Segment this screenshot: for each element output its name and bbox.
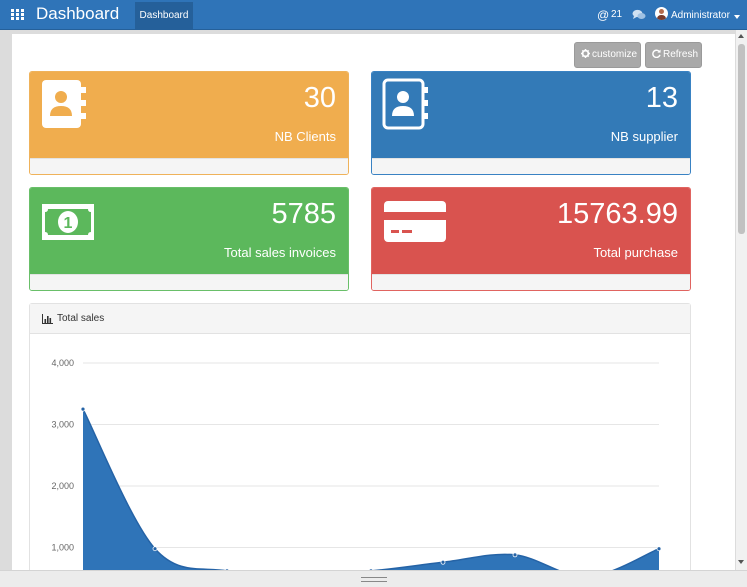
- sales-area: [83, 409, 659, 574]
- chat-bubbles-icon[interactable]: [632, 9, 646, 21]
- scroll-down-arrow-icon[interactable]: [738, 560, 744, 564]
- sales-line: [82, 408, 660, 574]
- y-tick-label: 3,000: [51, 420, 74, 430]
- apps-grid-icon[interactable]: [11, 9, 24, 20]
- clients-card-body: 30 NB Clients: [30, 72, 348, 158]
- suppliers-card-footer: [372, 158, 690, 174]
- purchase-card-footer: [372, 274, 690, 290]
- sales-invoices-label: Total sales invoices: [224, 245, 336, 260]
- at-sign-icon[interactable]: @: [597, 8, 609, 22]
- purchase-card-body: 15763.99 Total purchase: [372, 188, 690, 274]
- user-menu[interactable]: Administrator: [671, 10, 730, 21]
- purchase-total: 15763.99: [557, 198, 678, 230]
- mentions-count[interactable]: 21: [611, 9, 622, 20]
- app-title[interactable]: Dashboard: [36, 4, 119, 24]
- address-book-icon: [382, 78, 428, 130]
- total-sales-panel: Total sales 4,000 3,000 2,000 1,000: [29, 303, 691, 574]
- clients-card[interactable]: 30 NB Clients: [29, 71, 349, 175]
- sales-invoices-card-body: 1 5785 Total sales invoices: [30, 188, 348, 274]
- clients-count: 30: [303, 82, 336, 114]
- sales-invoices-count: 5785: [271, 198, 336, 230]
- user-avatar-icon[interactable]: [655, 7, 668, 20]
- svg-text:1: 1: [64, 215, 73, 232]
- suppliers-label: NB supplier: [610, 129, 678, 144]
- y-tick-label: 1,000: [51, 543, 74, 553]
- tab-dashboard[interactable]: Dashboard: [135, 2, 193, 29]
- purchase-label: Total purchase: [593, 245, 678, 260]
- customize-button[interactable]: customize: [574, 42, 641, 68]
- scroll-thumb[interactable]: [738, 44, 745, 234]
- credit-card-icon: [384, 201, 446, 242]
- sales-invoices-card[interactable]: 1 5785 Total sales invoices: [29, 187, 349, 291]
- total-sales-chart: 4,000 3,000 2,000 1,000: [51, 358, 662, 574]
- resize-grip-icon[interactable]: [361, 577, 387, 582]
- top-navbar: Dashboard Dashboard @ 21 Administrator: [0, 0, 747, 30]
- suppliers-count: 13: [645, 82, 678, 114]
- purchase-card[interactable]: 15763.99 Total purchase: [371, 187, 691, 291]
- scroll-up-arrow-icon[interactable]: [738, 34, 744, 38]
- data-point: [80, 406, 86, 412]
- sales-invoices-card-footer: [30, 274, 348, 290]
- bottom-resize-bar: [0, 570, 747, 587]
- data-point: [152, 546, 158, 552]
- y-tick-label: 4,000: [51, 358, 74, 368]
- clients-label: NB Clients: [274, 129, 336, 144]
- suppliers-card-body: 13 NB supplier: [372, 72, 690, 158]
- refresh-button[interactable]: Refresh: [645, 42, 702, 68]
- customize-label: customize: [592, 49, 638, 60]
- caret-down-icon[interactable]: [734, 15, 740, 19]
- y-tick-label: 2,000: [51, 481, 74, 491]
- refresh-icon: [652, 49, 661, 59]
- data-point: [512, 552, 518, 558]
- gear-icon: [581, 49, 590, 58]
- dashboard-panel: customize Refresh 30 NB Clients 13 NB su…: [12, 34, 735, 574]
- suppliers-card[interactable]: 13 NB supplier: [371, 71, 691, 175]
- clients-card-footer: [30, 158, 348, 174]
- refresh-label: Refresh: [663, 49, 699, 60]
- data-point: [656, 546, 662, 552]
- money-bill-icon: 1: [42, 204, 94, 240]
- vertical-scrollbar[interactable]: [736, 30, 747, 570]
- data-point: [440, 559, 446, 565]
- address-book-icon: [42, 80, 86, 128]
